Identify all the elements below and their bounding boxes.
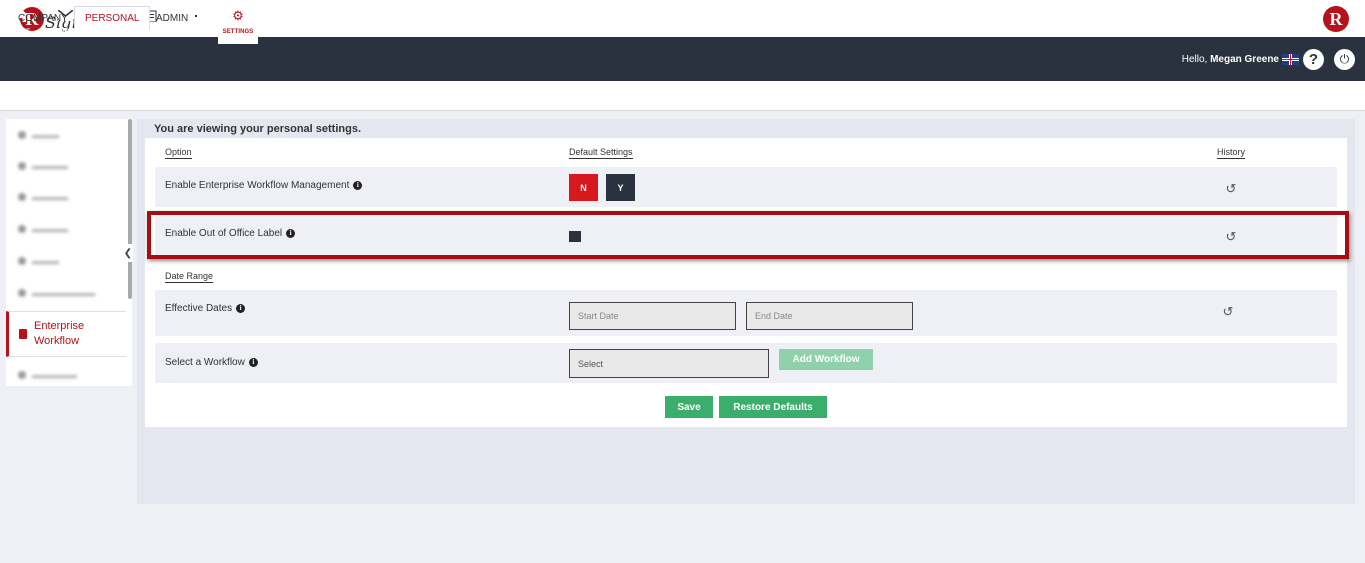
- option-label: Select a Workflow i: [165, 357, 258, 368]
- sidebar-item-blurred[interactable]: ▬▬▬▬: [6, 213, 126, 244]
- save-button[interactable]: Save: [665, 396, 713, 418]
- sidebar-item-blurred[interactable]: ▬▬▬: [6, 119, 126, 150]
- end-date-input[interactable]: End Date: [746, 302, 913, 330]
- column-history: History: [1217, 147, 1246, 159]
- uk-flag-icon[interactable]: [1282, 54, 1299, 65]
- sidebar-item-blurred[interactable]: ▬▬▬: [6, 245, 126, 276]
- sidebar-item-enterprise-workflow[interactable]: Enterprise Workflow: [6, 311, 126, 357]
- column-default-settings: Default Settings: [569, 147, 633, 159]
- sidebar-scrollbar[interactable]: [128, 119, 132, 299]
- add-workflow-button[interactable]: Add Workflow: [779, 349, 873, 370]
- tab-admin[interactable]: ADMIN: [146, 6, 198, 30]
- document-icon: [19, 329, 27, 339]
- nav-settings-label: SETTINGS: [222, 29, 254, 35]
- company-logo: R: [1323, 6, 1349, 32]
- collapse-sidebar-icon[interactable]: ❮: [123, 244, 133, 262]
- start-date-input[interactable]: Start Date: [569, 302, 736, 330]
- row-out-of-office: [155, 214, 1337, 256]
- info-icon[interactable]: i: [236, 304, 246, 313]
- sidebar-item-blurred[interactable]: ▬▬▬▬: [6, 181, 126, 212]
- sidebar-item-blurred[interactable]: ▬▬▬▬▬▬▬: [6, 277, 126, 308]
- nav-settings[interactable]: ⚙ SETTINGS: [218, 0, 258, 44]
- out-of-office-checkbox[interactable]: [569, 231, 581, 242]
- sidebar-item-blurred[interactable]: ▬▬▬▬▬: [6, 359, 126, 390]
- sidebar-active-label: Enterprise Workflow: [34, 319, 84, 349]
- logout-icon[interactable]: ⏻: [1334, 49, 1355, 70]
- enterprise-workflow-label: Enable Enterprise Workflow Management: [165, 180, 350, 191]
- date-range-header: Date Range: [165, 271, 214, 283]
- option-label: Enable Enterprise Workflow Management i: [165, 180, 363, 191]
- select-workflow-label: Select a Workflow: [165, 357, 245, 368]
- option-label: Effective Dates i: [165, 303, 246, 314]
- help-icon[interactable]: ?: [1303, 49, 1324, 70]
- history-icon[interactable]: ↺: [1221, 305, 1235, 319]
- user-greeting: Hello, Megan Greene: [1182, 54, 1279, 65]
- gear-icon: ⚙: [232, 8, 244, 23]
- info-icon[interactable]: i: [248, 358, 258, 367]
- option-label: Enable Out of Office Label i: [165, 228, 296, 239]
- toggle-yes-button[interactable]: Y: [606, 174, 635, 201]
- info-icon[interactable]: i: [353, 181, 363, 190]
- greeting-text: Hello,: [1181, 54, 1208, 65]
- column-option: Option: [165, 147, 192, 159]
- info-icon[interactable]: i: [286, 229, 296, 238]
- sidebar-active-line2: Workflow: [34, 335, 80, 347]
- user-name: Megan Greene: [1210, 54, 1279, 65]
- sidebar-active-line1: Enterprise: [34, 320, 85, 332]
- sidebar-item-blurred[interactable]: ▬▬▬▬: [6, 150, 126, 181]
- viewing-notice: You are viewing your personal settings.: [154, 123, 362, 135]
- history-icon[interactable]: ↺: [1224, 230, 1238, 244]
- effective-dates-label: Effective Dates: [165, 303, 233, 314]
- settings-subtabs: [0, 81, 1365, 111]
- tab-company[interactable]: COMPANY: [8, 6, 78, 30]
- toggle-no-button[interactable]: N: [569, 174, 598, 201]
- settings-sidebar: ▬▬▬ ▬▬▬▬ ▬▬▬▬ ▬▬▬▬ ▬▬▬ ▬▬▬▬▬▬▬ Enterpris…: [6, 119, 132, 386]
- workflow-select[interactable]: Select: [569, 349, 769, 378]
- out-of-office-label: Enable Out of Office Label: [165, 228, 283, 239]
- restore-defaults-button[interactable]: Restore Defaults: [719, 396, 827, 418]
- tab-personal[interactable]: PERSONAL: [74, 6, 151, 30]
- history-icon[interactable]: ↺: [1224, 182, 1238, 196]
